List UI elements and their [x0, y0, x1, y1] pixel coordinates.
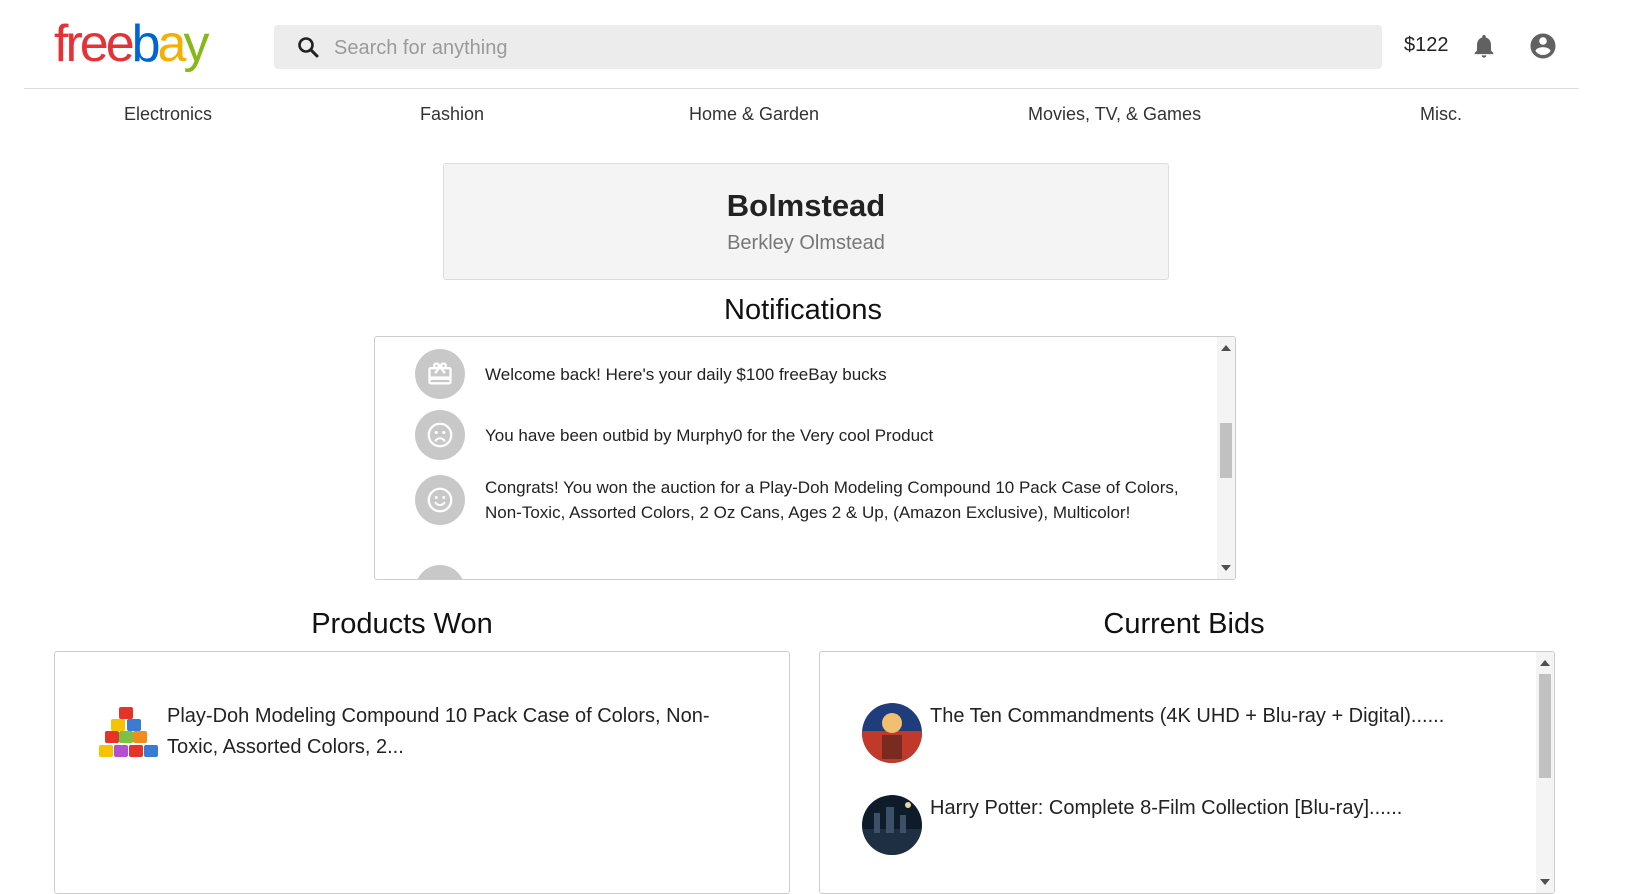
products-won-panel: Play-Doh Modeling Compound 10 Pack Case …: [54, 651, 790, 894]
balance-amount: $122: [1404, 34, 1449, 56]
logo-letter: f: [54, 15, 69, 73]
freebay-logo[interactable]: freebay: [54, 14, 209, 74]
account-icon[interactable]: [1528, 31, 1558, 61]
scroll-up-arrow[interactable]: [1221, 345, 1231, 351]
nav-movies-tv-games[interactable]: Movies, TV, & Games: [1028, 104, 1201, 125]
notification-text: Welcome back! Here's your daily $100 fre…: [485, 364, 887, 384]
scroll-down-arrow[interactable]: [1540, 879, 1550, 885]
logo-letter: y: [183, 15, 209, 73]
notification-item: gift-icon Welcome back! Here's your dail…: [415, 349, 1185, 399]
playdoh-product-thumbnail: [99, 707, 158, 757]
current-bid-title: The Ten Commandments (4K UHD + Blu-ray +…: [930, 705, 1445, 727]
notification-icon: [415, 565, 465, 579]
logo-letter: e: [105, 15, 135, 73]
nav-fashion[interactable]: Fashion: [420, 104, 484, 125]
scrollbar-thumb[interactable]: [1539, 674, 1551, 778]
notification-text: You have been outbid by Murphy0 for the …: [485, 425, 934, 445]
current-bid-item[interactable]: Harry Potter: Complete 8-Film Collection…: [860, 793, 1500, 857]
current-bid-item[interactable]: The Ten Commandments (4K UHD + Blu-ray +…: [860, 701, 1500, 765]
harry-potter-thumbnail: [862, 795, 922, 855]
notification-text: Congrats! You won the auction for a Play…: [485, 478, 1179, 522]
logo-letter: b: [131, 15, 161, 73]
logo-letter: r: [65, 15, 82, 73]
product-won-title: Play-Doh Modeling Compound 10 Pack Case …: [167, 705, 710, 758]
notifications-list[interactable]: gift-icon Welcome back! Here's your dail…: [374, 336, 1236, 580]
profile-full-name: Berkley Olmstead: [727, 232, 885, 254]
scroll-up-arrow[interactable]: [1540, 660, 1550, 666]
scroll-down-arrow[interactable]: [1221, 565, 1231, 571]
happy-face-icon: [415, 475, 465, 525]
scrollbar-thumb[interactable]: [1220, 423, 1232, 478]
search-icon[interactable]: [296, 35, 320, 59]
nav-home-garden[interactable]: Home & Garden: [689, 104, 819, 125]
notifications-title: Notifications: [724, 294, 882, 326]
nav-misc[interactable]: Misc.: [1420, 104, 1462, 125]
current-bids-scrollbar[interactable]: [1536, 652, 1554, 893]
logo-letter: e: [79, 15, 109, 73]
products-won-title: Products Won: [311, 608, 493, 640]
notifications-scrollbar[interactable]: [1217, 337, 1235, 579]
ten-commandments-thumbnail: [862, 703, 922, 763]
nav-electronics[interactable]: Electronics: [124, 104, 212, 125]
current-bids-panel[interactable]: The Ten Commandments (4K UHD + Blu-ray +…: [819, 651, 1555, 894]
notification-item: Congrats! You won the auction for a Play…: [415, 475, 1185, 525]
product-won-item[interactable]: Play-Doh Modeling Compound 10 Pack Case …: [97, 701, 737, 765]
notification-item: You have been outbid by Murphy0 for the …: [415, 410, 1185, 460]
bell-icon[interactable]: [1470, 32, 1498, 60]
current-bids-title: Current Bids: [1103, 608, 1265, 640]
logo-letter: a: [157, 15, 187, 73]
gift-icon: [415, 349, 465, 399]
search-bar: [274, 25, 1382, 71]
current-bid-title: Harry Potter: Complete 8-Film Collection…: [930, 797, 1403, 819]
profile-card: Bolmstead Berkley Olmstead: [443, 163, 1169, 280]
search-input[interactable]: [332, 25, 1366, 71]
sad-face-icon: [415, 410, 465, 460]
top-header: freebay $122: [24, 0, 1579, 89]
notification-item-partial: [415, 565, 1185, 579]
profile-username: Bolmstead: [726, 188, 886, 223]
